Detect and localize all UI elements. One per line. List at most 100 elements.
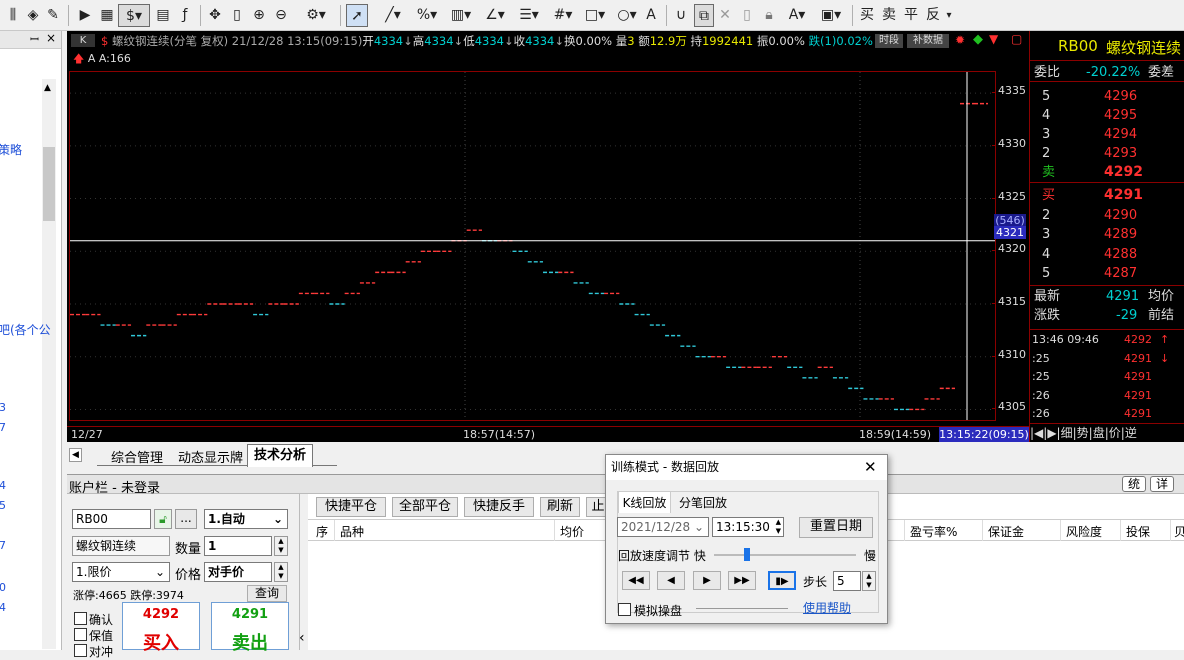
price-chart[interactable]: K $ 螺纹钢连续(分笔 复权) 21/12/28 13:15(09:15)开4…	[67, 31, 1029, 442]
col-extra[interactable]: 贝	[1174, 523, 1184, 540]
sell-button[interactable]: 卖	[880, 4, 898, 27]
text-tool[interactable]: A	[642, 4, 660, 27]
buy-button[interactable]: 买	[858, 4, 876, 27]
copy-icon[interactable]: ⧉	[694, 4, 714, 27]
reset-date-button[interactable]: 重置日期	[799, 517, 873, 538]
sim-trading-checkbox[interactable]	[618, 603, 631, 616]
grid-icon[interactable]: #▾	[548, 4, 578, 27]
play-button[interactable]: ▶	[693, 571, 721, 590]
delete-icon[interactable]: ✕	[716, 4, 734, 27]
tab-dynamic-board[interactable]: 动态显示牌	[178, 447, 243, 466]
rect-icon[interactable]: □▾	[580, 4, 610, 27]
line-tool-icon[interactable]: ╱▾	[378, 4, 408, 27]
gear-icon[interactable]: ✹	[955, 33, 965, 47]
more-icon[interactable]: ▾	[944, 4, 954, 27]
col-margin[interactable]: 保证金	[988, 523, 1024, 540]
qty-input[interactable]: 1	[204, 536, 272, 556]
percent-tool[interactable]: %▾	[412, 4, 442, 27]
scroll-up-icon[interactable]: ▲	[44, 83, 51, 93]
col-pnl-rate[interactable]: 盈亏率%	[910, 523, 957, 540]
tab-technical-analysis[interactable]: 技术分析	[247, 444, 313, 467]
tab-comprehensive[interactable]: 综合管理	[111, 447, 163, 466]
list-item[interactable]: 7	[0, 539, 6, 552]
sell-order-button[interactable]: 4291 卖出	[211, 602, 289, 654]
price-input[interactable]: 对手价	[204, 562, 272, 582]
diamond-icon[interactable]: ◈	[24, 4, 42, 27]
confirm-checkbox[interactable]	[74, 612, 87, 625]
lock-icon[interactable]: 🔒︎	[760, 4, 778, 27]
edit-icon[interactable]: ✎	[44, 4, 62, 27]
list-item[interactable]: 4	[0, 479, 6, 492]
step-input[interactable]: 5	[833, 571, 861, 591]
strategy-link[interactable]: 策略	[0, 141, 22, 158]
save-icon[interactable]: ▣▾	[816, 4, 846, 27]
zoom-out-icon[interactable]: ⊖	[272, 4, 290, 27]
time-stepper[interactable]: ▲ ▼	[776, 518, 781, 536]
dollar-dropdown[interactable]: $▾	[118, 4, 150, 27]
tab-detail[interactable]: 细	[1061, 426, 1073, 440]
calendar-icon[interactable]: ▦	[98, 4, 116, 27]
rewind-button[interactable]: ◀◀	[622, 571, 650, 590]
close-position-button[interactable]: 平	[902, 4, 920, 27]
date-picker[interactable]: 2021/12/28 ⌄	[617, 517, 709, 537]
hedge-checkbox[interactable]	[74, 628, 87, 641]
step-back-button[interactable]: ◀	[657, 571, 685, 590]
formula-icon[interactable]: ƒ	[176, 4, 194, 27]
k-tab[interactable]: K	[71, 34, 95, 47]
col-avg[interactable]: 均价	[560, 523, 584, 540]
speed-slider-thumb[interactable]	[744, 548, 750, 561]
prev-icon[interactable]: |◀|▶|	[1030, 426, 1061, 440]
help-link[interactable]: 使用帮助	[803, 599, 851, 616]
ruler-icon[interactable]: ▥▾	[446, 4, 476, 27]
triangle-down-icon[interactable]: ▼	[989, 32, 998, 46]
close-icon[interactable]: ✕	[864, 455, 877, 480]
tab-kline-replay[interactable]: K线回放	[618, 491, 671, 513]
col-seq[interactable]: 序	[316, 523, 328, 540]
fast-forward-button[interactable]: ▶▶	[728, 571, 756, 590]
supplement-data-button[interactable]: 补数据	[907, 34, 949, 48]
tab-trend[interactable]: 势	[1077, 426, 1089, 440]
move-icon[interactable]: ✥	[206, 4, 224, 27]
tab-price[interactable]: 价	[1109, 426, 1121, 440]
settings-icon[interactable]: ⚙▾	[300, 4, 332, 27]
close-all-button[interactable]: 全部平仓	[392, 497, 458, 517]
query-button[interactable]: 查询	[247, 585, 287, 602]
circle-icon[interactable]: ○▾	[612, 4, 642, 27]
col-hedge[interactable]: 投保	[1126, 523, 1150, 540]
refresh-button[interactable]: 刷新	[540, 497, 580, 517]
lines-icon[interactable]: ☰▾	[514, 4, 544, 27]
qty-stepper[interactable]: ▲ ▼	[274, 536, 288, 556]
lock-icon[interactable]: 🔓︎	[154, 509, 172, 529]
other-checkbox[interactable]	[74, 644, 87, 657]
collapse-icon[interactable]: ‹	[299, 630, 305, 646]
quick-close-button[interactable]: 快捷平仓	[316, 497, 386, 517]
close-icon[interactable]: ×	[46, 31, 56, 45]
magnet-icon[interactable]: ∪	[672, 4, 690, 27]
pointer-icon[interactable]: ➚	[346, 4, 368, 27]
detail-button[interactable]: 详	[1150, 476, 1174, 492]
zoom-in-icon[interactable]: ⊕	[250, 4, 268, 27]
col-risk[interactable]: 风险度	[1066, 523, 1102, 540]
plot-area[interactable]	[69, 71, 996, 421]
col-symbol[interactable]: 品种	[340, 523, 364, 540]
scroll-thumb[interactable]	[43, 147, 55, 221]
buy-order-button[interactable]: 4292 买入	[122, 602, 200, 654]
play-icon[interactable]: ▶	[76, 4, 94, 27]
list-item[interactable]: 7	[0, 421, 6, 434]
period-button[interactable]: 时段	[875, 34, 903, 48]
list-item[interactable]: 4	[0, 601, 6, 614]
step-forward-button[interactable]: ▮▶	[768, 571, 796, 590]
diamond-icon[interactable]: ◆	[973, 32, 983, 47]
quick-reverse-button[interactable]: 快捷反手	[464, 497, 534, 517]
font-color-icon[interactable]: A▾	[782, 4, 812, 27]
pin-icon[interactable]: ꟷ	[30, 32, 39, 47]
tab-reverse[interactable]: 逆	[1125, 426, 1137, 440]
list-item[interactable]: 0	[0, 581, 6, 594]
angle-icon[interactable]: ∠▾	[480, 4, 510, 27]
reverse-button[interactable]: 反	[924, 4, 942, 27]
speed-slider[interactable]	[714, 554, 856, 556]
scrollbar[interactable]: ▲	[42, 79, 56, 649]
bar-chart-icon[interactable]: ⫼	[4, 4, 22, 27]
indicator-icon[interactable]: ▤	[154, 4, 172, 27]
step-stepper[interactable]: ▲ ▼	[862, 571, 876, 591]
